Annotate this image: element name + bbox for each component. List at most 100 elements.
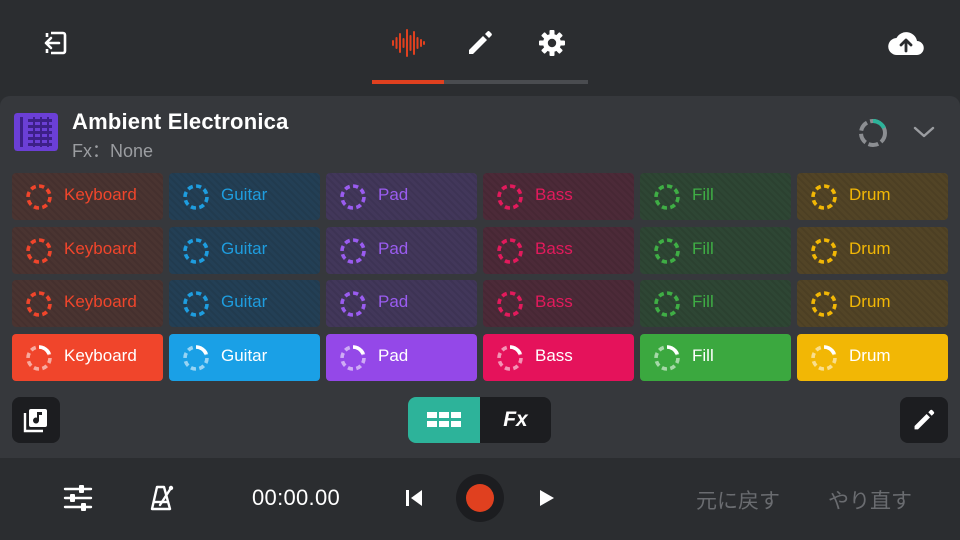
loop-ring-icon (811, 344, 837, 371)
pad-keyboard[interactable]: Keyboard (12, 280, 163, 327)
edit-pattern-button[interactable] (900, 397, 948, 443)
pad-label: Drum (849, 345, 891, 365)
skip-previous-button[interactable] (398, 482, 430, 514)
loop-ring-icon (26, 184, 52, 210)
mixer-button[interactable] (60, 480, 96, 516)
play-button[interactable] (530, 482, 562, 514)
pad-label: Pad (378, 185, 409, 204)
pad-fill[interactable]: Fill (640, 173, 791, 220)
pad-label: Guitar (221, 238, 268, 258)
pad-label: Fill (692, 345, 714, 365)
pad-label: Drum (849, 292, 891, 311)
pad-label: Fill (692, 238, 714, 258)
pad-guitar[interactable]: Guitar (169, 280, 320, 327)
loop-ring-icon (811, 237, 837, 264)
pad-label: Pad (378, 345, 409, 365)
pad-drum[interactable]: Drum (797, 280, 948, 327)
pad-label: Bass (535, 185, 573, 204)
pad-label: Fill (692, 185, 714, 204)
pad-keyboard[interactable]: Keyboard (12, 226, 163, 274)
skip-previous-icon (406, 490, 422, 506)
loop-ring-icon (340, 184, 366, 210)
loop-ring-icon (183, 291, 209, 317)
pad-label: Pad (378, 238, 409, 258)
music-library-icon (23, 409, 47, 433)
loop-ring-icon (340, 291, 366, 317)
tab-indicator-track (372, 80, 588, 84)
pad-keyboard[interactable]: Keyboard (12, 333, 163, 381)
song-grid-icon (14, 113, 58, 151)
pad-label: Guitar (221, 345, 268, 365)
pad-label: Keyboard (64, 345, 137, 365)
tab-waveform[interactable] (386, 22, 430, 64)
loop-ring-icon (811, 184, 837, 210)
cloud-upload-icon (888, 32, 924, 56)
pad-label: Drum (849, 238, 891, 258)
pad-label: Pad (378, 292, 409, 311)
pad-label: Bass (535, 238, 573, 258)
pad-pad[interactable]: Pad (326, 333, 477, 381)
pad-bass[interactable]: Bass (483, 280, 634, 327)
pad-label: Keyboard (64, 238, 137, 258)
pad-drum[interactable]: Drum (797, 226, 948, 274)
loop-ring-icon (654, 291, 680, 317)
exit-button[interactable] (34, 22, 76, 64)
upload-button[interactable] (884, 22, 928, 64)
record-button[interactable] (456, 474, 504, 522)
loop-ring-icon (340, 344, 366, 371)
chevron-down-icon (913, 126, 935, 138)
song-panel: Ambient Electronica Fx：None Keyboard Guit… (0, 96, 960, 458)
fx-mode-button[interactable]: Fx (480, 397, 551, 443)
grid-mode-button[interactable] (408, 397, 480, 443)
collapse-button[interactable] (910, 118, 938, 146)
tab-edit[interactable] (458, 22, 502, 64)
play-icon (540, 490, 554, 506)
song-title: Ambient Electronica (72, 109, 289, 134)
gear-icon (539, 30, 565, 56)
loop-ring-icon (340, 237, 366, 264)
pad-fill[interactable]: Fill (640, 280, 791, 327)
pad-pad[interactable]: Pad (326, 280, 477, 327)
loop-ring-icon (26, 291, 52, 317)
exit-icon (44, 31, 67, 55)
transport-bar: 00:00.00 元に戻す やり直す (0, 458, 960, 540)
mode-toggle: Fx (408, 397, 551, 443)
playback-time: 00:00.00 (252, 485, 341, 510)
pad-guitar[interactable]: Guitar (169, 333, 320, 381)
pad-label: Guitar (221, 185, 268, 204)
loop-ring-icon (497, 237, 523, 264)
pad-guitar[interactable]: Guitar (169, 226, 320, 274)
pad-label: Fill (692, 292, 714, 311)
pad-label: Keyboard (64, 185, 137, 204)
pad-label: Bass (535, 345, 573, 365)
loop-ring-icon (497, 184, 523, 210)
pad-label: Guitar (221, 292, 268, 311)
pad-label: Bass (535, 292, 573, 311)
pad-pad[interactable]: Pad (326, 226, 477, 274)
loop-ring-icon (26, 344, 52, 371)
loop-ring-icon (183, 184, 209, 210)
pad-guitar[interactable]: Guitar (169, 173, 320, 220)
undo-button[interactable]: 元に戻す (696, 485, 780, 515)
metronome-button[interactable] (144, 480, 180, 516)
pad-bass[interactable]: Bass (483, 226, 634, 274)
loop-ring-icon (654, 237, 680, 264)
pad-bass[interactable]: Bass (483, 333, 634, 381)
record-icon (466, 484, 494, 512)
pencil-icon (469, 31, 492, 54)
sliders-icon (63, 485, 93, 511)
music-library-button[interactable] (12, 397, 60, 443)
pad-drum[interactable]: Drum (797, 173, 948, 220)
loop-ring-icon (26, 237, 52, 264)
pad-label: Keyboard (64, 292, 137, 311)
pad-keyboard[interactable]: Keyboard (12, 173, 163, 220)
pad-fill[interactable]: Fill (640, 333, 791, 381)
loop-ring-icon (654, 184, 680, 210)
redo-button[interactable]: やり直す (828, 485, 912, 515)
pad-fill[interactable]: Fill (640, 226, 791, 274)
tab-settings[interactable] (530, 22, 574, 64)
pad-pad[interactable]: Pad (326, 173, 477, 220)
loop-ring-icon (183, 344, 209, 371)
pad-bass[interactable]: Bass (483, 173, 634, 220)
pad-drum[interactable]: Drum (797, 333, 948, 381)
